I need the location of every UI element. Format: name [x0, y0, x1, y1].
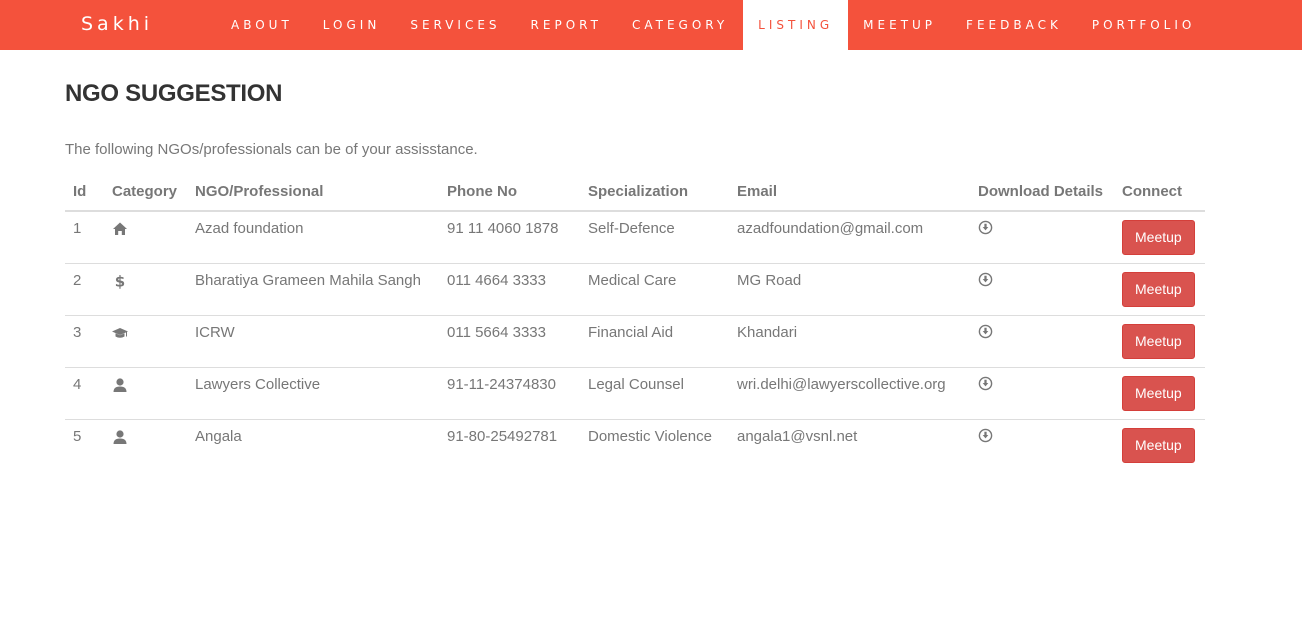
- nav-item-report[interactable]: REPORT: [516, 0, 617, 50]
- page-title: NGO SUGGESTION: [65, 80, 283, 107]
- nav-item-services[interactable]: SERVICES: [395, 0, 515, 50]
- download-circle-icon[interactable]: [978, 376, 993, 391]
- header-download: Download Details: [970, 173, 1114, 212]
- row-ngo-name: Azad foundation: [195, 220, 304, 237]
- row-specialization: Medical Care: [580, 263, 729, 316]
- graduation-cap-icon: [112, 328, 128, 338]
- row-category: [104, 367, 187, 420]
- row-specialization: Domestic Violence: [580, 419, 729, 471]
- page-lead-text: The following NGOs/professionals can be …: [65, 141, 478, 158]
- dollar-icon: $: [115, 273, 125, 289]
- user-icon: [113, 430, 127, 445]
- row-category: $: [104, 263, 187, 316]
- row-phone: 91-11-24374830: [439, 367, 580, 420]
- row-id: 5: [65, 419, 104, 471]
- nav-item-about[interactable]: ABOUT: [216, 0, 308, 50]
- nav-item-listing[interactable]: LISTING: [743, 0, 849, 50]
- nav-item-feedback[interactable]: FEEDBACK: [951, 0, 1077, 50]
- row-category: [104, 315, 187, 368]
- table-header-row: Id Category NGO/Professional Phone No Sp…: [65, 173, 1205, 212]
- header-ngo: NGO/Professional: [187, 173, 439, 212]
- top-navbar: Sakhi ABOUT LOGIN SERVICES REPORT CATEGO…: [0, 0, 1302, 50]
- header-category: Category: [104, 173, 187, 212]
- row-ngo-name: Bharatiya Grameen Mahila Sangh: [187, 263, 439, 316]
- nav-item-portfolio[interactable]: PORTFOLIO: [1077, 0, 1211, 50]
- row-download: [970, 367, 1114, 420]
- header-connect: Connect: [1114, 173, 1205, 212]
- table-row: 5 Angala 91-80-25492781 Domestic Violenc…: [65, 419, 1205, 471]
- row-id: 2: [65, 263, 104, 316]
- main-content: NGO SUGGESTION The following NGOs/profes…: [65, 50, 1205, 471]
- row-id: 3: [65, 315, 104, 368]
- row-phone: 91 11 4060 1878: [447, 220, 559, 237]
- row-email: Khandari: [729, 315, 970, 368]
- download-circle-icon[interactable]: [978, 220, 993, 235]
- download-circle-icon[interactable]: [978, 324, 993, 339]
- row-specialization: Self-Defence: [588, 220, 675, 237]
- meetup-button[interactable]: Meetup: [1122, 272, 1195, 307]
- meetup-button[interactable]: Meetup: [1122, 428, 1195, 463]
- row-phone: 011 4664 3333: [439, 263, 580, 316]
- table-row: 1 Azad foundation 91 11 4060 1878 Self-D…: [65, 211, 1205, 264]
- home-icon: [113, 222, 127, 236]
- row-download: [970, 263, 1114, 316]
- table-row: 2 $ Bharatiya Grameen Mahila Sangh 011 4…: [65, 263, 1205, 316]
- row-download: [970, 419, 1114, 471]
- download-circle-icon[interactable]: [978, 428, 993, 443]
- row-id: 4: [65, 367, 104, 420]
- meetup-button[interactable]: Meetup: [1122, 220, 1195, 255]
- row-connect: Meetup: [1114, 419, 1205, 471]
- row-connect: Meetup: [1114, 315, 1205, 368]
- row-email: MG Road: [729, 263, 970, 316]
- nav-menu: ABOUT LOGIN SERVICES REPORT CATEGORY LIS…: [216, 0, 1210, 50]
- row-phone: 91-80-25492781: [439, 419, 580, 471]
- header-phone: Phone No: [439, 173, 580, 212]
- header-email: Email: [729, 173, 970, 212]
- row-phone: 011 5664 3333: [439, 315, 580, 368]
- meetup-button[interactable]: Meetup: [1122, 324, 1195, 359]
- meetup-button[interactable]: Meetup: [1122, 376, 1195, 411]
- row-connect: Meetup: [1114, 367, 1205, 420]
- nav-item-login[interactable]: LOGIN: [308, 0, 396, 50]
- nav-item-category[interactable]: CATEGORY: [617, 0, 743, 50]
- download-circle-icon[interactable]: [978, 272, 993, 287]
- nav-item-meetup[interactable]: MEETUP: [848, 0, 951, 50]
- row-id: 1: [73, 220, 82, 237]
- svg-text:$: $: [115, 273, 125, 289]
- row-download: [970, 211, 1114, 264]
- header-specialization: Specialization: [580, 173, 729, 212]
- row-connect: Meetup: [1114, 263, 1205, 316]
- row-download: [970, 315, 1114, 368]
- brand-logo[interactable]: Sakhi: [81, 13, 153, 35]
- row-email: angala1@vsnl.net: [729, 419, 970, 471]
- table-row: 3 ICRW 011 5664 3333 Financial Aid Khand…: [65, 315, 1205, 368]
- row-specialization: Financial Aid: [580, 315, 729, 368]
- row-category: [104, 419, 187, 471]
- row-email: azadfoundation@gmail.com: [737, 220, 924, 237]
- row-specialization: Legal Counsel: [580, 367, 729, 420]
- row-category: [104, 211, 187, 264]
- ngo-table: Id Category NGO/Professional Phone No Sp…: [65, 173, 1205, 471]
- row-ngo-name: ICRW: [187, 315, 439, 368]
- row-ngo-name: Lawyers Collective: [187, 367, 439, 420]
- table-row: 4 Lawyers Collective 91-11-24374830 Lega…: [65, 367, 1205, 420]
- row-email: wri.delhi@lawyerscollective.org: [729, 367, 970, 420]
- row-ngo-name: Angala: [187, 419, 439, 471]
- user-icon: [113, 378, 127, 393]
- row-connect: Meetup: [1114, 211, 1205, 264]
- header-id: Id: [65, 173, 104, 212]
